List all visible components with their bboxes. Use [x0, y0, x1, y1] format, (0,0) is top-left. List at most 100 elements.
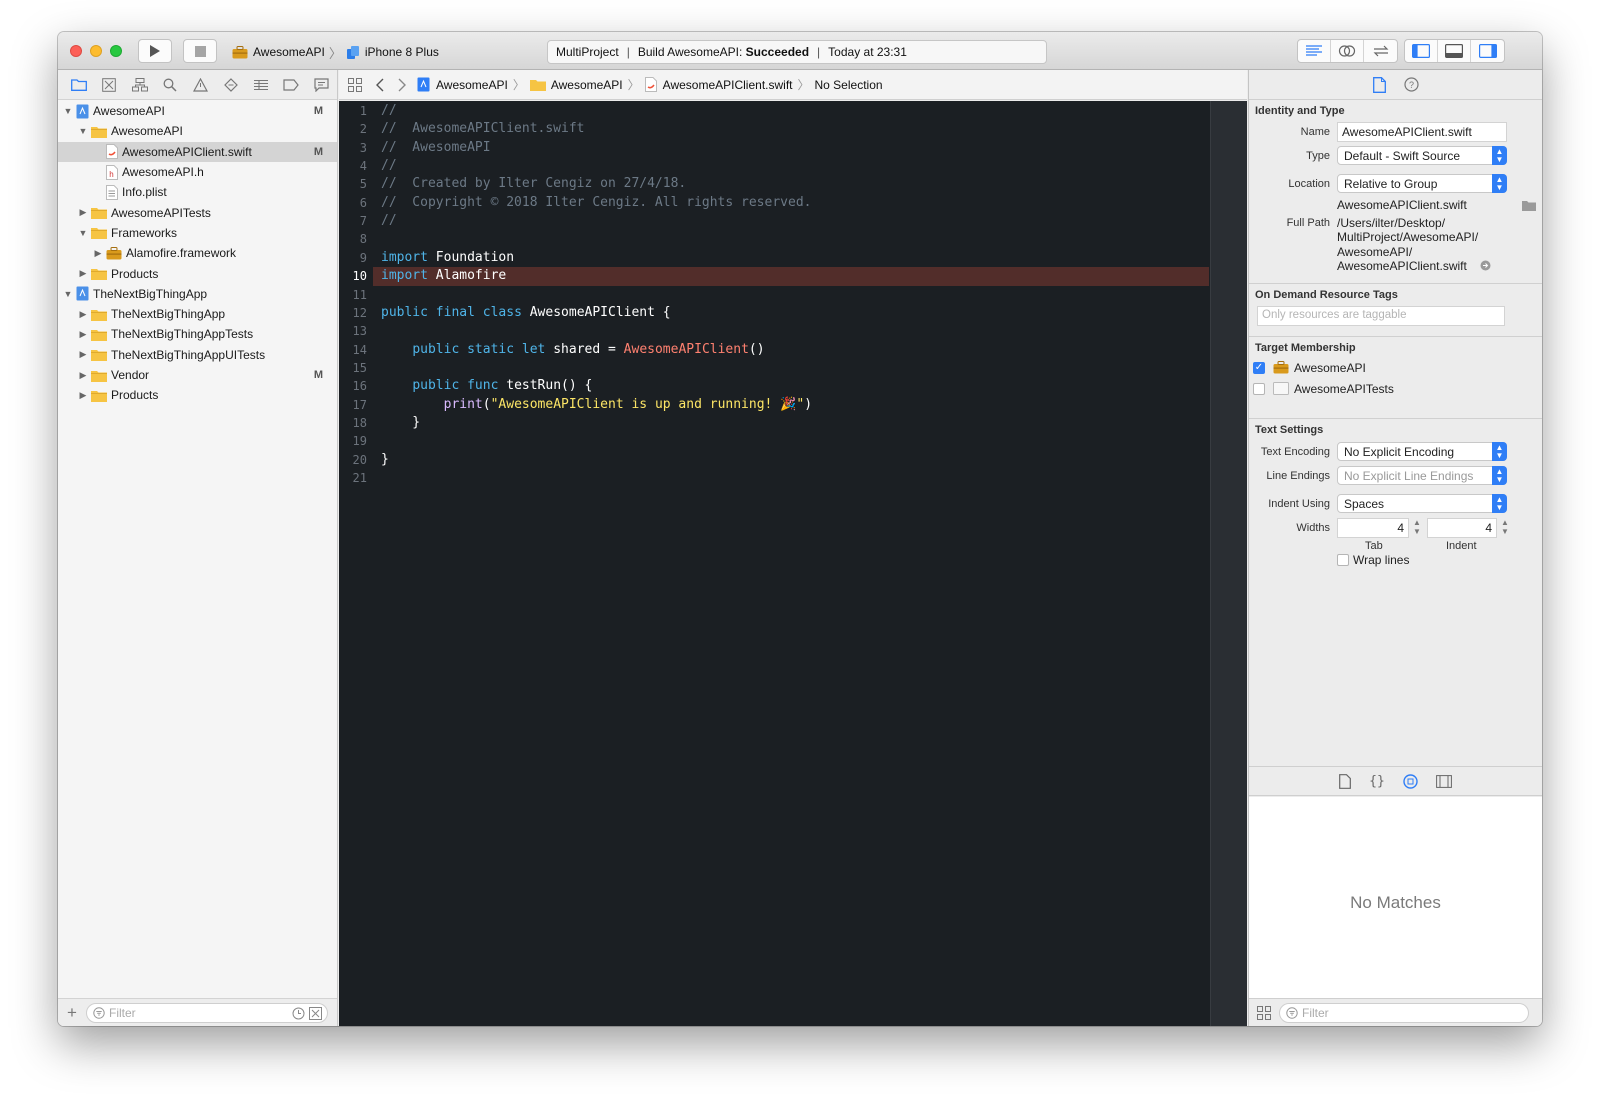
source-control-tab[interactable] — [94, 73, 124, 97]
tree-item[interactable]: ▶ AwesomeAPITests — [58, 202, 337, 222]
tree-item[interactable]: ▶ TheNextBigThingAppTests — [58, 324, 337, 344]
toggle-inspector-button[interactable] — [1471, 40, 1504, 62]
disclosure-open-icon[interactable]: ▼ — [78, 228, 88, 238]
line-number[interactable]: 13 — [353, 322, 367, 340]
object-library-icon[interactable] — [1403, 773, 1418, 789]
disclosure-closed-icon[interactable]: ▶ — [78, 268, 88, 279]
choose-location-folder-icon[interactable] — [1522, 200, 1536, 211]
tree-item[interactable]: ▶ TheNextBigThingApp — [58, 304, 337, 324]
disclosure-closed-icon[interactable]: ▶ — [78, 349, 88, 360]
stop-button[interactable] — [183, 39, 217, 63]
disclosure-closed-icon[interactable]: ▶ — [78, 207, 88, 218]
tree-item[interactable]: ▶ Alamofire.framework — [58, 243, 337, 263]
grid-view-icon[interactable] — [1257, 1005, 1271, 1020]
line-number[interactable]: 18 — [353, 414, 367, 432]
jump-group[interactable]: AwesomeAPI — [551, 78, 623, 92]
line-number[interactable]: 12 — [353, 304, 367, 322]
jump-file[interactable]: AwesomeAPIClient.swift — [663, 78, 793, 92]
minimize-window-button[interactable] — [90, 45, 102, 57]
line-number[interactable]: 5 — [360, 175, 367, 193]
line-number-gutter[interactable]: 1 2 3 4 5 6 7 8 9 10 11 12 13 14 15 16 17 18 19 20 21 — [339, 101, 373, 1026]
forward-chevron-icon[interactable] — [397, 78, 407, 92]
line-number[interactable]: 14 — [353, 341, 367, 359]
name-field[interactable]: AwesomeAPIClient.swift — [1337, 122, 1507, 142]
indent-width-stepper-icon[interactable]: ▲ ▼ — [1501, 518, 1509, 536]
code-line[interactable]: public func testRun() { — [381, 377, 592, 395]
indent-width-field[interactable]: 4 — [1427, 518, 1497, 538]
file-template-library-icon[interactable] — [1339, 773, 1352, 789]
find-navigator-tab[interactable] — [155, 73, 185, 97]
editor-scroll-track[interactable] — [1210, 101, 1247, 1026]
tree-item[interactable]: ▶ Products — [58, 385, 337, 405]
target-checkbox[interactable]: ✓ — [1253, 361, 1265, 374]
line-number[interactable]: 9 — [360, 249, 367, 267]
tree-item[interactable]: ▼ Frameworks — [58, 223, 337, 243]
line-number[interactable]: 17 — [353, 396, 367, 414]
device-name[interactable]: iPhone 8 Plus — [365, 45, 439, 59]
line-number[interactable]: 11 — [353, 286, 367, 304]
standard-editor-button[interactable] — [1298, 40, 1331, 62]
code-line[interactable]: print("AwesomeAPIClient is up and runnin… — [381, 396, 812, 414]
issue-navigator-tab[interactable] — [185, 73, 215, 97]
wrap-lines-checkbox[interactable] — [1337, 554, 1349, 566]
tab-width-stepper-icon[interactable]: ▲ ▼ — [1413, 518, 1421, 536]
line-number[interactable]: 3 — [360, 139, 367, 157]
disclosure-closed-icon[interactable]: ▶ — [78, 370, 88, 381]
code-line[interactable]: } — [381, 451, 389, 469]
tree-item[interactable]: ▶ Vendor M — [58, 365, 337, 385]
add-icon[interactable]: + — [58, 1003, 86, 1023]
code-line[interactable]: // AwesomeAPIClient.swift — [381, 120, 585, 138]
tree-item[interactable]: h AwesomeAPI.h — [58, 162, 337, 182]
disclosure-closed-icon[interactable]: ▶ — [78, 329, 88, 340]
line-number[interactable]: 10 — [353, 267, 367, 285]
toggle-navigator-button[interactable] — [1405, 40, 1438, 62]
type-popup[interactable]: Default - Swift Source ▲ ▼ — [1337, 146, 1507, 165]
close-window-button[interactable] — [70, 45, 82, 57]
project-navigator-tab[interactable] — [64, 73, 94, 97]
disclosure-closed-icon[interactable]: ▶ — [78, 390, 88, 401]
code-snippet-library-icon[interactable]: {} — [1369, 774, 1385, 789]
jump-symbol[interactable]: No Selection — [815, 78, 883, 92]
location-popup[interactable]: Relative to Group ▲ ▼ — [1337, 174, 1507, 193]
toggle-debug-area-button[interactable] — [1438, 40, 1471, 62]
library-filter-field[interactable]: Filter — [1279, 1002, 1529, 1023]
code-line[interactable]: // Created by Ilter Cengiz on 27/4/18. — [381, 175, 686, 193]
symbol-navigator-tab[interactable] — [125, 73, 155, 97]
target-row[interactable]: ✓ AwesomeAPI — [1249, 357, 1542, 378]
code-line[interactable]: // AwesomeAPI — [381, 139, 491, 157]
version-editor-button[interactable] — [1364, 40, 1397, 62]
tree-item[interactable]: ▼ TheNextBigThingApp — [58, 284, 337, 304]
disclosure-closed-icon[interactable]: ▶ — [93, 248, 103, 259]
code-line[interactable]: // — [381, 212, 397, 230]
line-number[interactable]: 20 — [353, 451, 367, 469]
tree-item[interactable]: ▼ AwesomeAPI M — [58, 101, 337, 121]
line-number[interactable]: 16 — [353, 377, 367, 395]
disclosure-closed-icon[interactable]: ▶ — [78, 309, 88, 320]
code-line[interactable]: import Foundation — [381, 249, 514, 267]
jump-project[interactable]: AwesomeAPI — [436, 78, 508, 92]
line-number[interactable]: 2 — [360, 120, 367, 138]
line-number[interactable]: 7 — [360, 212, 367, 230]
tree-item[interactable]: AwesomeAPIClient.swift M — [58, 141, 337, 162]
tree-item[interactable]: ▶ Products — [58, 263, 337, 283]
tree-item[interactable]: ▶ TheNextBigThingAppUITests — [58, 345, 337, 365]
run-button[interactable] — [138, 39, 172, 63]
tree-item[interactable]: Info.plist — [58, 182, 337, 202]
tree-item[interactable]: ▼ AwesomeAPI — [58, 121, 337, 141]
scheme-selector[interactable]: AwesomeAPI 〉 iPhone 8 Plus — [232, 41, 439, 63]
scm-filter-icon[interactable] — [309, 1006, 322, 1020]
media-library-icon[interactable] — [1435, 774, 1452, 788]
back-chevron-icon[interactable] — [375, 78, 385, 92]
assistant-editor-button[interactable] — [1331, 40, 1364, 62]
target-checkbox[interactable] — [1253, 382, 1265, 395]
code-line[interactable]: // — [381, 157, 397, 175]
line-number[interactable]: 1 — [360, 102, 367, 120]
navigator-filter-field[interactable]: Filter — [86, 1002, 328, 1023]
code-line[interactable]: } — [381, 414, 420, 432]
report-navigator-tab[interactable] — [307, 73, 337, 97]
code-line[interactable]: // Copyright © 2018 Ilter Cengiz. All ri… — [381, 194, 811, 212]
debug-navigator-tab[interactable] — [246, 73, 276, 97]
tab-width-field[interactable]: 4 — [1337, 518, 1409, 538]
disclosure-open-icon[interactable]: ▼ — [78, 126, 88, 136]
line-number[interactable]: 15 — [353, 359, 367, 377]
